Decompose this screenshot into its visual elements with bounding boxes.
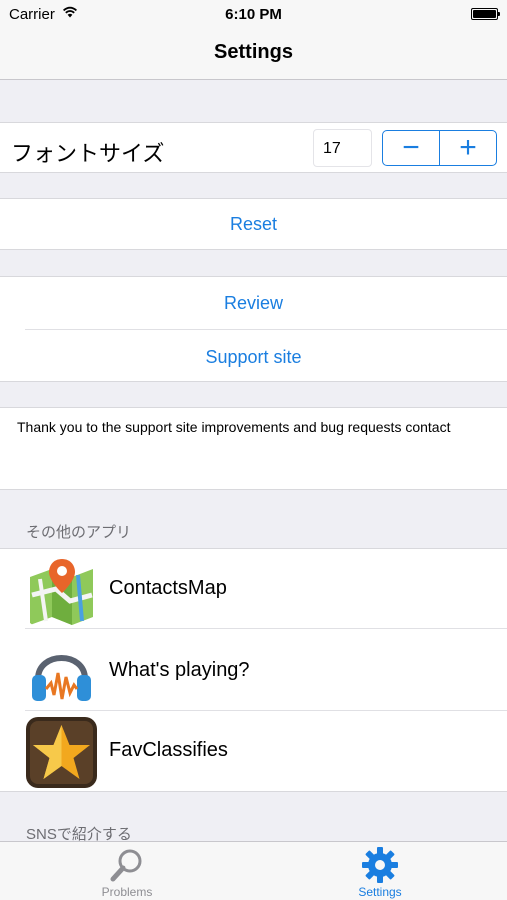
support-site-button[interactable]: Support site: [0, 347, 507, 368]
app-row-favclassifies[interactable]: FavClassifies: [0, 711, 507, 791]
app-name: ContactsMap: [109, 577, 227, 599]
tab-problems[interactable]: Problems: [57, 842, 197, 900]
font-size-stepper[interactable]: − +: [382, 130, 497, 166]
search-icon: [108, 846, 146, 884]
font-size-label: フォントサイズ: [11, 141, 165, 166]
clock: 6:10 PM: [225, 6, 282, 23]
divider: [25, 329, 507, 330]
status-bar: Carrier 6:10 PM: [0, 0, 507, 28]
other-apps-list: ContactsMap What's playing? FavClassifie…: [0, 548, 507, 792]
app-name: FavClassifies: [109, 739, 228, 761]
headphones-icon: [26, 637, 97, 708]
other-apps-header: その他のアプリ: [26, 524, 132, 541]
tab-label: Settings: [358, 885, 402, 899]
review-button[interactable]: Review: [0, 293, 507, 314]
navigation-bar: Settings: [0, 28, 507, 80]
tab-settings[interactable]: Settings: [310, 842, 450, 900]
app-name: What's playing?: [109, 659, 250, 681]
reset-button[interactable]: Reset: [0, 214, 507, 235]
page-title: Settings: [214, 41, 293, 63]
star-icon: [26, 717, 97, 788]
divider: [25, 628, 507, 629]
decrement-button[interactable]: −: [383, 131, 440, 165]
map-pin-icon: [26, 555, 97, 626]
reset-group: Reset: [0, 198, 507, 250]
tab-label: Problems: [101, 885, 153, 899]
app-row-whats-playing[interactable]: What's playing?: [0, 631, 507, 711]
message-cell: Thank you to the support site improvemen…: [0, 407, 507, 490]
font-size-row: フォントサイズ 17 − +: [0, 122, 507, 173]
gear-icon: [361, 846, 399, 884]
app-row-contactsmap[interactable]: ContactsMap: [0, 549, 507, 629]
links-group: Review Support site: [0, 276, 507, 382]
increment-button[interactable]: +: [440, 131, 496, 165]
font-size-field[interactable]: 17: [313, 129, 372, 167]
support-message: Thank you to the support site improvemen…: [17, 419, 451, 435]
battery-icon: [471, 8, 500, 20]
tab-bar: Problems Settings: [0, 841, 507, 900]
